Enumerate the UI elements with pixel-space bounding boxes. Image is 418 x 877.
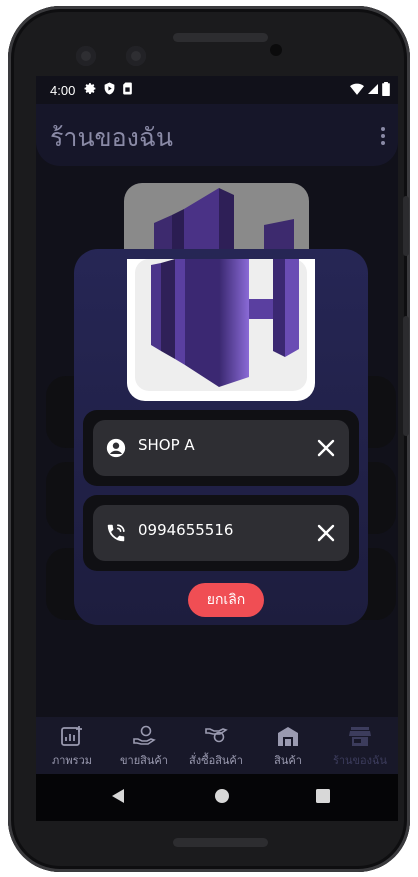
edit-shop-dialog: SHOP A 0994655516 ยกเลิก xyxy=(74,249,368,625)
shop-name-value[interactable]: SHOP A xyxy=(138,436,195,454)
system-navigation-bar xyxy=(36,774,398,821)
status-time: 4:00 xyxy=(50,83,76,98)
user-circle-icon xyxy=(106,438,126,458)
shop-name-field-container: SHOP A xyxy=(83,410,359,486)
nav-item-order[interactable]: สั่งซื้อสินค้า xyxy=(180,717,252,774)
gear-icon xyxy=(84,83,96,94)
bottom-speaker xyxy=(173,838,268,847)
status-bar: 4:00 xyxy=(36,76,398,104)
wifi-icon xyxy=(350,83,364,95)
phone-frame: 4:00 ร้านของฉัน SHOP A 0994655516 ยกเลิก… xyxy=(8,6,410,872)
nav-label: ขายสินค้า xyxy=(120,754,168,767)
shield-play-icon xyxy=(104,82,115,95)
app-bar: ร้านของฉัน xyxy=(36,104,398,166)
nav-label: สั่งซื้อสินค้า xyxy=(189,754,243,767)
phone-field[interactable]: 0994655516 xyxy=(93,505,349,561)
front-sensor xyxy=(126,46,146,66)
phone-field-container: 0994655516 xyxy=(83,495,359,571)
page-title: ร้านของฉัน xyxy=(50,123,173,152)
proximity-sensor xyxy=(270,44,282,56)
top-speaker xyxy=(173,33,268,42)
sell-hand-icon xyxy=(133,725,156,745)
more-vert-icon[interactable] xyxy=(378,126,388,146)
phone-icon xyxy=(107,524,125,542)
phone-value[interactable]: 0994655516 xyxy=(138,521,233,539)
nav-label: ร้านของฉัน xyxy=(332,754,388,767)
bottom-navigation: ภาพรวม ขายสินค้า สั่งซื้อสินค้า สินค้า ร… xyxy=(36,717,398,774)
nav-label: ภาพรวม xyxy=(51,754,92,767)
order-hand-icon xyxy=(205,728,228,743)
screen: 4:00 ร้านของฉัน SHOP A 0994655516 ยกเลิก… xyxy=(36,76,398,821)
nav-item-products[interactable]: สินค้า xyxy=(252,717,324,774)
clear-shop-name-icon[interactable] xyxy=(316,438,336,458)
recents-icon[interactable] xyxy=(316,789,330,803)
nav-label: สินค้า xyxy=(274,754,302,767)
chart-icon xyxy=(61,726,82,746)
store-icon xyxy=(349,727,371,746)
battery-icon xyxy=(382,82,390,96)
warehouse-icon xyxy=(278,727,298,746)
nav-item-sell[interactable]: ขายสินค้า xyxy=(108,717,180,774)
shop-logo[interactable] xyxy=(127,259,315,401)
back-icon[interactable] xyxy=(110,788,126,804)
shop-name-field[interactable]: SHOP A xyxy=(93,420,349,476)
home-icon[interactable] xyxy=(214,788,230,804)
nav-item-overview[interactable]: ภาพรวม xyxy=(36,717,108,774)
cancel-button[interactable]: ยกเลิก xyxy=(188,583,264,617)
power-button xyxy=(403,196,409,256)
signal-icon xyxy=(368,84,378,94)
nav-item-my-shop[interactable]: ร้านของฉัน xyxy=(324,717,396,774)
volume-button xyxy=(403,316,409,436)
sim-card-icon xyxy=(123,82,132,95)
clear-phone-icon[interactable] xyxy=(316,523,336,543)
front-camera xyxy=(76,46,96,66)
